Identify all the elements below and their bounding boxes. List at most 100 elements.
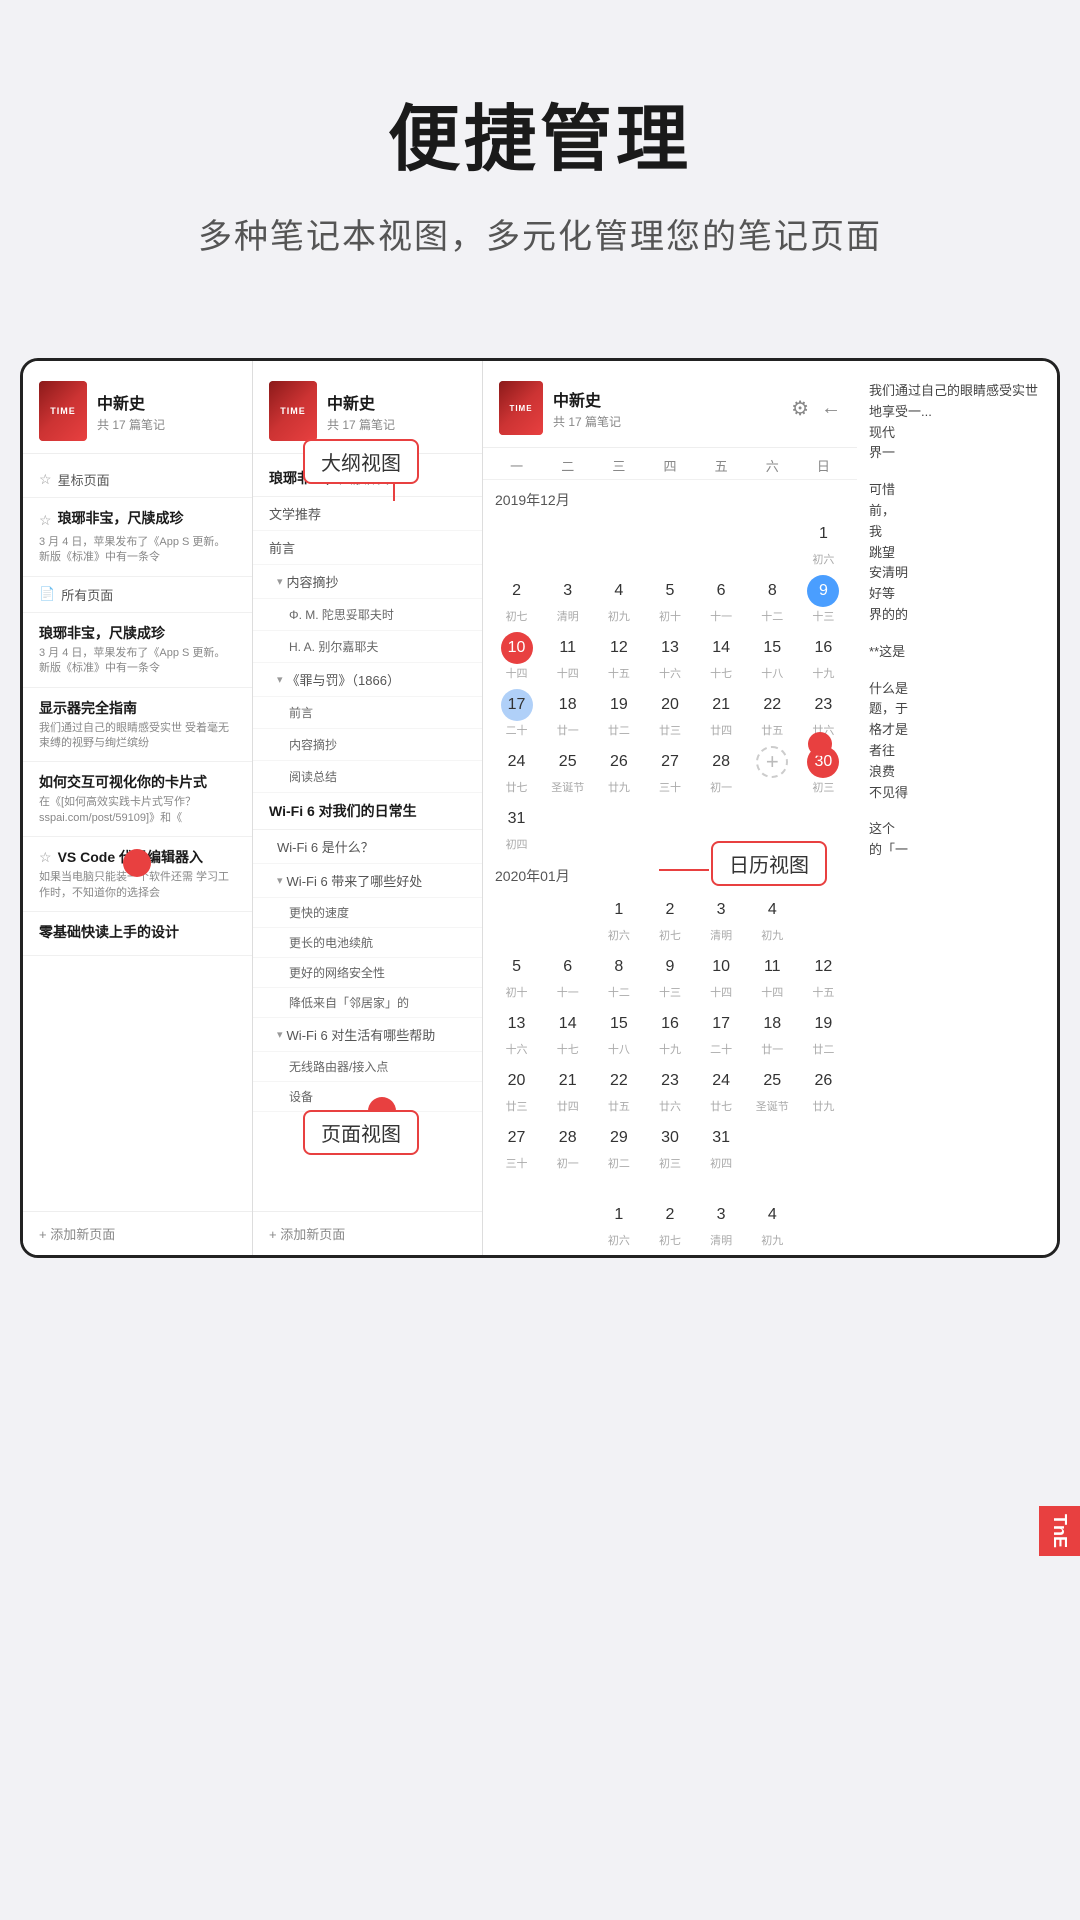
cal-grid-extra: 1 初六 2 初七 3 清明 4 初九 5 初十 xyxy=(483,1195,857,1255)
cal-day-9[interactable]: 9 十三 xyxy=(798,571,849,628)
page-label-bubble: 页面视图 xyxy=(303,1110,419,1155)
red-dot-list xyxy=(123,849,151,877)
cal-day-17[interactable]: 17 二十 xyxy=(491,685,542,742)
cal-day[interactable] xyxy=(593,799,644,856)
cal-notebook-name: 中新史 xyxy=(553,387,791,411)
list-item-4[interactable]: 如何交互可视化你的卡片式 在《[如何高效实践卡片式写作？ sspai.com/p… xyxy=(23,762,252,837)
item-preview-1: 3 月 4 日，苹果发布了《App S 更新。新版《标准》中有一条令 xyxy=(39,535,236,566)
star-icon: ☆ xyxy=(39,471,52,488)
outline-notebook-count: 共 17 篇笔记 xyxy=(327,416,395,433)
cal-day-16[interactable]: 16 十九 xyxy=(798,628,849,685)
cal-day[interactable] xyxy=(491,514,542,571)
cal-day-11[interactable]: 11 十四 xyxy=(542,628,593,685)
item-preview-4: 在《[如何高效实践卡片式写作？ sspai.com/post/59109]》和《 xyxy=(39,795,236,826)
cal-day-4[interactable]: 4 初九 xyxy=(593,571,644,628)
weekday-sun: 日 xyxy=(798,456,849,475)
gear-icon[interactable]: ⚙ xyxy=(791,396,809,421)
hero-title: 便捷管理 xyxy=(40,80,1040,185)
cal-day-18[interactable]: 18 廿一 xyxy=(542,685,593,742)
outline-item-speed: 更快的速度 xyxy=(253,898,482,928)
list-item-6[interactable]: 零基础快读上手的设计 xyxy=(23,912,252,956)
all-pages-item[interactable]: 📄 所有页面 xyxy=(23,577,252,613)
cal-day-2[interactable]: 2 初七 xyxy=(491,571,542,628)
list-notebook-cover: TIME xyxy=(39,381,87,441)
cal-day[interactable] xyxy=(542,799,593,856)
item-preview-3: 我们通过自己的眼睛感受实世 受着毫无束缚的视野与绚烂缤纷 xyxy=(39,721,236,752)
outline-items: 琅琊非宝，尺牍成珍 文学推荐 前言 ▾ 内容摘抄 Φ. M. 陀思妥耶夫时 H.… xyxy=(253,454,482,1118)
weekday-mon: 一 xyxy=(491,456,542,475)
cal-day-5[interactable]: 5 初十 xyxy=(644,571,695,628)
cal-day-24[interactable]: 24 廿七 xyxy=(491,742,542,799)
outline-notebook-info: 中新史 共 17 篇笔记 xyxy=(327,390,395,433)
text-para-2: 可惜前，我跳望安清明好等界的的 xyxy=(869,480,1045,626)
item-title-1: 琅琊非宝，尺牍成珍 xyxy=(58,508,184,528)
cal-day-30[interactable]: 30 初三 xyxy=(798,742,849,799)
cal-day-15[interactable]: 15 十八 xyxy=(747,628,798,685)
col-right-text: 我们通过自己的眼睛感受实世地享受一...现代界一 可惜前，我跳望安清明好等界的的… xyxy=(857,361,1057,1255)
cal-day-10[interactable]: 10 十四 xyxy=(491,628,542,685)
outline-item-qianyan: 前言 xyxy=(253,531,482,565)
text-para-3: **这是 xyxy=(869,642,1045,663)
weekday-tue: 二 xyxy=(542,456,593,475)
cal-day-1[interactable]: 1 初六 xyxy=(798,514,849,571)
calendar-label-bubble: 日历视图 xyxy=(711,841,827,886)
outline-add-page[interactable]: + 添加新页面 xyxy=(253,1211,482,1255)
cal-day-6[interactable]: 6 十一 xyxy=(696,571,747,628)
weekday-wed: 三 xyxy=(593,456,644,475)
col-calendar: TIME 中新史 共 17 篇笔记 ⚙ ← 一 二 三 四 五 六 日 20 xyxy=(483,361,857,1255)
device-frame: TIME 中新史 共 17 篇笔记 ☆ 星标页面 ☆ 琅琊非宝，尺牍成珍 xyxy=(20,358,1060,1258)
star-icon-5: ☆ xyxy=(39,849,52,866)
cal-day-8[interactable]: 8 十二 xyxy=(747,571,798,628)
list-item-3[interactable]: 显示器完全指南 我们通过自己的眼睛感受实世 受着毫无束缚的视野与绚烂缤纷 xyxy=(23,688,252,763)
list-add-page[interactable]: + 添加新页面 xyxy=(23,1211,252,1255)
list-notebook-info: 中新史 共 17 篇笔记 xyxy=(97,390,165,433)
month-label-dec: 2019年12月 xyxy=(483,480,857,514)
weekday-thu: 四 xyxy=(644,456,695,475)
cal-day[interactable] xyxy=(696,514,747,571)
cal-day-31[interactable]: 31 初四 xyxy=(491,799,542,856)
outline-item-phi: Φ. M. 陀思妥耶夫时 xyxy=(253,599,482,631)
cal-day-3[interactable]: 3 清明 xyxy=(542,571,593,628)
weekday-sat: 六 xyxy=(747,456,798,475)
cal-day[interactable] xyxy=(593,514,644,571)
cal-day-25[interactable]: 25 圣诞节 xyxy=(542,742,593,799)
cal-day-12[interactable]: 12 十五 xyxy=(593,628,644,685)
list-item-2[interactable]: 琅琊非宝，尺牍成珍 3 月 4 日，苹果发布了《App S 更新。新版《标准》中… xyxy=(23,613,252,688)
list-notebook-name: 中新史 xyxy=(97,390,165,414)
text-para-4: 什么是题，于格才是者往浪费不见得 xyxy=(869,679,1045,804)
cal-day-19[interactable]: 19 廿二 xyxy=(593,685,644,742)
cal-day-28[interactable]: 28 初一 xyxy=(696,742,747,799)
cal-day-22[interactable]: 22 廿五 xyxy=(747,685,798,742)
item-title-3: 显示器完全指南 xyxy=(39,698,236,718)
tne-badge: TnE xyxy=(1039,1506,1080,1556)
item-title-6: 零基础快读上手的设计 xyxy=(39,922,236,942)
cal-day[interactable] xyxy=(644,514,695,571)
outline-item-ha: H. A. 别尔嘉耶夫 xyxy=(253,631,482,663)
cal-day[interactable] xyxy=(747,514,798,571)
col-list: TIME 中新史 共 17 篇笔记 ☆ 星标页面 ☆ 琅琊非宝，尺牍成珍 xyxy=(23,361,253,1255)
outline-item-neirong2: 内容摘抄 xyxy=(253,729,482,761)
outline-item-wifi1: Wi-Fi 6 是什么？ xyxy=(253,830,482,864)
outline-item-qianyan2: 前言 xyxy=(253,697,482,729)
outline-item-neirong: ▾ 内容摘抄 xyxy=(253,565,482,599)
cal-day-14[interactable]: 14 十七 xyxy=(696,628,747,685)
cal-day-27[interactable]: 27 三十 xyxy=(644,742,695,799)
outline-item-battery: 更长的电池续航 xyxy=(253,928,482,958)
outline-item-zuiyufa: ▾ 《罪与罚》（1866） xyxy=(253,663,482,697)
cal-day-13[interactable]: 13 十六 xyxy=(644,628,695,685)
cal-day[interactable] xyxy=(542,514,593,571)
col-outline: TIME 中新史 共 17 篇笔记 琅琊非宝，尺牍成珍 文学推荐 前言 ▾ 内容… xyxy=(253,361,483,1255)
hero-section: 便捷管理 多种笔记本视图，多元化管理您的笔记页面 xyxy=(0,0,1080,298)
cal-day-plus[interactable]: + xyxy=(747,742,798,799)
list-item[interactable]: ☆ 琅琊非宝，尺牍成珍 3 月 4 日，苹果发布了《App S 更新。新版《标准… xyxy=(23,498,252,577)
cal-day-26[interactable]: 26 廿九 xyxy=(593,742,644,799)
cal-day[interactable] xyxy=(644,799,695,856)
cal-day-21[interactable]: 21 廿四 xyxy=(696,685,747,742)
outline-item-yuedu: 阅读总结 xyxy=(253,761,482,793)
list-notebook-header: TIME 中新史 共 17 篇笔记 xyxy=(23,361,252,454)
outline-item-neighbor: 降低来自「邻居家」的 xyxy=(253,988,482,1018)
back-icon[interactable]: ← xyxy=(821,397,841,420)
hero-subtitle: 多种笔记本视图，多元化管理您的笔记页面 xyxy=(40,209,1040,258)
item-title-4: 如何交互可视化你的卡片式 xyxy=(39,772,236,792)
cal-day-20[interactable]: 20 廿三 xyxy=(644,685,695,742)
